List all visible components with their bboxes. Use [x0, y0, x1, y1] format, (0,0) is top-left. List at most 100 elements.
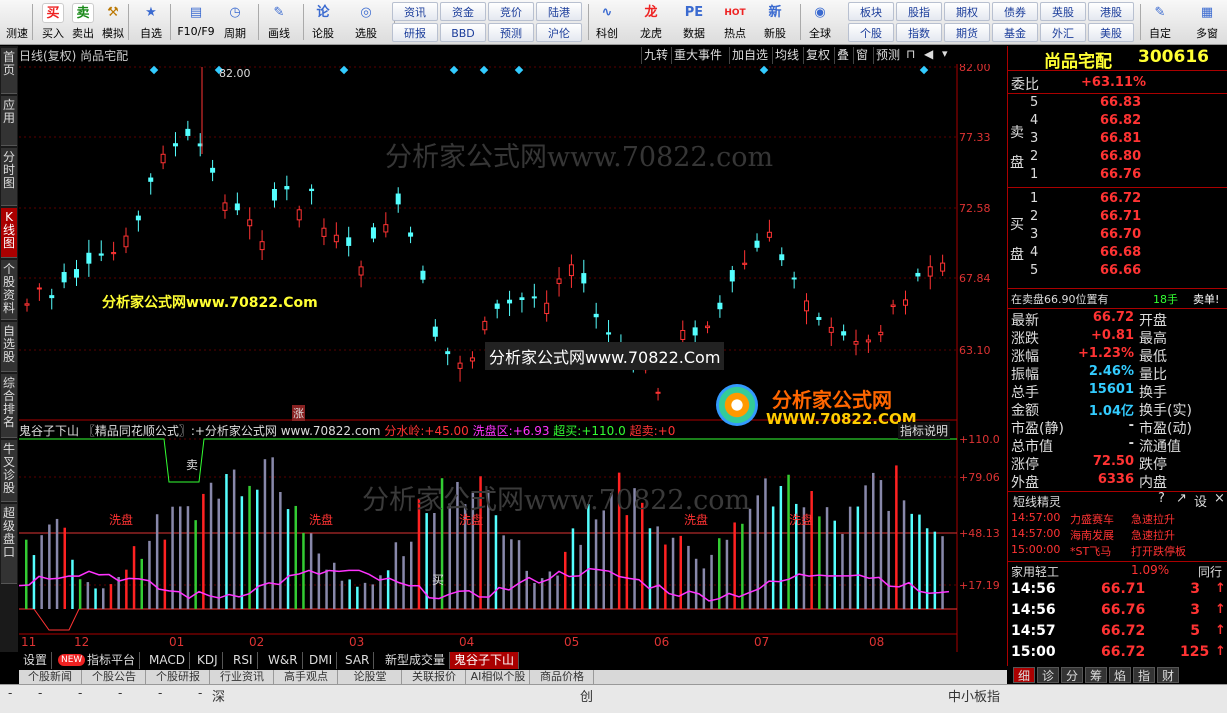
chart-button-加自选[interactable]: 加自选 [729, 47, 770, 64]
toolbar-button-15[interactable]: ◉ 全球 [803, 1, 837, 44]
news-tab-论股堂[interactable]: 论股堂 [339, 670, 402, 684]
toolbar-button-2[interactable]: 卖卖出 [66, 1, 100, 44]
indicator-tab-指标平台[interactable]: 指标平台 [83, 652, 141, 669]
text-button-债券[interactable]: 债券 [992, 2, 1038, 21]
indicator-tab-设置[interactable]: 设置 [19, 652, 53, 669]
status-创[interactable]: 创 [580, 686, 593, 705]
text-button-板块[interactable]: 板块 [848, 2, 894, 21]
indicator-tab-鬼谷子下山[interactable]: 鬼谷子下山 [450, 652, 520, 669]
event-diamond-icon[interactable] [514, 65, 524, 75]
toolbar-button-4[interactable]: ★ 自选 [134, 1, 168, 44]
indicator-tab-新型成交量[interactable]: 新型成交量 [381, 652, 451, 669]
indicator-tab-MACD[interactable]: MACD [145, 652, 190, 669]
indicator-tab-RSI[interactable]: RSI [229, 652, 258, 669]
toolbar-button-17[interactable]: ▦ 多窗 [1190, 1, 1224, 44]
toolbar-button-9[interactable]: ◎ 选股 [349, 1, 383, 44]
toolbar-button-1[interactable]: 买买入 [36, 1, 70, 44]
text-button-BBD[interactable]: BBD [440, 23, 486, 42]
text-button-资讯[interactable]: 资讯 [392, 2, 438, 21]
chart-button-复权[interactable]: 复权 [803, 47, 832, 64]
text-button-美股[interactable]: 美股 [1088, 23, 1134, 42]
text-button-陆港[interactable]: 陆港 [536, 2, 582, 21]
leftnav-分时图[interactable]: 分时图 [1, 148, 17, 206]
text-button-指数[interactable]: 指数 [896, 23, 942, 42]
tick-price: 66.71 [1101, 581, 1146, 597]
event-diamond-icon[interactable] [449, 65, 459, 75]
event-diamond-icon[interactable] [919, 65, 929, 75]
status-dash: - [38, 686, 43, 700]
text-button-外汇[interactable]: 外汇 [1040, 23, 1086, 42]
toolbar-button-13[interactable]: HOT 热点 [718, 1, 752, 44]
chart-button-预测[interactable]: 预测 [873, 47, 902, 64]
tick-price: 66.76 [1101, 602, 1146, 618]
chart-button-叠[interactable]: 叠 [834, 47, 851, 64]
text-button-研报[interactable]: 研报 [392, 23, 438, 42]
quote-tab-财[interactable]: 财 [1157, 667, 1179, 683]
toolbar-button-10[interactable]: ∿ 科创 [590, 1, 624, 44]
quote-tab-筹[interactable]: 筹 [1085, 667, 1107, 683]
leftnav-K线图[interactable]: K线图 [1, 208, 17, 258]
news-tab-个股新闻[interactable]: 个股新闻 [19, 670, 82, 684]
chart-button-均线[interactable]: 均线 [772, 47, 801, 64]
news-tab-行业资讯[interactable]: 行业资讯 [211, 670, 274, 684]
news-tab-商品价格[interactable]: 商品价格 [531, 670, 594, 684]
quote-tab-分[interactable]: 分 [1061, 667, 1083, 683]
quote-tab-诊[interactable]: 诊 [1037, 667, 1059, 683]
text-button-资金[interactable]: 资金 [440, 2, 486, 21]
leftnav-自选股[interactable]: 自选股 [1, 322, 17, 372]
text-button-期货[interactable]: 期货 [944, 23, 990, 42]
toolbar-button-6[interactable]: ◷ 周期 [218, 1, 252, 44]
indicator-tab-W&R[interactable]: W&R [264, 652, 303, 669]
text-button-股指[interactable]: 股指 [896, 2, 942, 21]
quote-tab-指[interactable]: 指 [1133, 667, 1155, 683]
event-diamond-icon[interactable] [759, 65, 769, 75]
text-button-港股[interactable]: 港股 [1088, 2, 1134, 21]
lock-icon[interactable]: ⊓ [906, 47, 920, 64]
leftnav-牛叉诊股[interactable]: 牛叉诊股 [1, 440, 17, 502]
event-diamond-icon[interactable] [339, 65, 349, 75]
indicator-tab-KDJ[interactable]: KDJ [193, 652, 223, 669]
event-diamond-icon[interactable] [479, 65, 489, 75]
speaker-icon[interactable]: ◀ [924, 47, 938, 64]
status-深[interactable]: 深 [212, 686, 225, 705]
leftnav-综合排名[interactable]: 综合排名 [1, 374, 17, 438]
chart-button-重大事件[interactable]: 重大事件 [671, 47, 724, 64]
leftnav-个股资料[interactable]: 个股资料 [1, 260, 17, 320]
divider [1008, 187, 1227, 188]
leftnav-应用[interactable]: 应用 [1, 96, 17, 146]
quote-tab-焰[interactable]: 焰 [1109, 667, 1131, 683]
leftnav-首页[interactable]: 首页 [1, 48, 17, 94]
indicator-bar [887, 510, 890, 609]
toolbar-button-5[interactable]: ▤ F10/F9 [176, 1, 216, 44]
news-tab-AI相似个股[interactable]: AI相似个股 [467, 670, 530, 684]
toolbar-button-14[interactable]: 新新股 [758, 1, 792, 44]
text-button-期权[interactable]: 期权 [944, 2, 990, 21]
text-button-基金[interactable]: 基金 [992, 23, 1038, 42]
toolbar-button-7[interactable]: ✎ 画线 [262, 1, 296, 44]
status-中小板指[interactable]: 中小板指 [948, 686, 1000, 705]
news-tab-个股研报[interactable]: 个股研报 [147, 670, 210, 684]
news-tab-个股公告[interactable]: 个股公告 [83, 670, 146, 684]
text-button-竞价[interactable]: 竞价 [488, 2, 534, 21]
text-button-英股[interactable]: 英股 [1040, 2, 1086, 21]
toolbar-button-3[interactable]: ⚒ 模拟 [96, 1, 130, 44]
toolbar-button-0[interactable]: 测速 [0, 1, 34, 44]
indicator-tab-SAR[interactable]: SAR [341, 652, 375, 669]
text-button-个股[interactable]: 个股 [848, 23, 894, 42]
chart-button-九转[interactable]: 九转 [641, 47, 670, 64]
chart-button-窗[interactable]: 窗 [853, 47, 870, 64]
quote-tab-细[interactable]: 细 [1013, 667, 1035, 683]
dropdown-icon[interactable]: ▾ [942, 47, 956, 64]
indicator-tab-DMI[interactable]: DMI [305, 652, 338, 669]
news-tab-关联报价[interactable]: 关联报价 [403, 670, 466, 684]
toolbar-button-16[interactable]: ✎ 自定 [1143, 1, 1177, 44]
indicator-explain-button[interactable]: 指标说明 [898, 422, 951, 439]
toolbar-button-8[interactable]: 论论股 [306, 1, 340, 44]
text-button-沪伦[interactable]: 沪伦 [536, 23, 582, 42]
leftnav-超级盘口[interactable]: 超级盘口 [1, 504, 17, 584]
text-button-预测[interactable]: 预测 [488, 23, 534, 42]
event-diamond-icon[interactable] [149, 65, 159, 75]
toolbar-button-12[interactable]: PE 数据 [677, 1, 711, 44]
news-tab-高手观点[interactable]: 高手观点 [275, 670, 338, 684]
toolbar-button-11[interactable]: 龙龙虎 [634, 1, 668, 44]
